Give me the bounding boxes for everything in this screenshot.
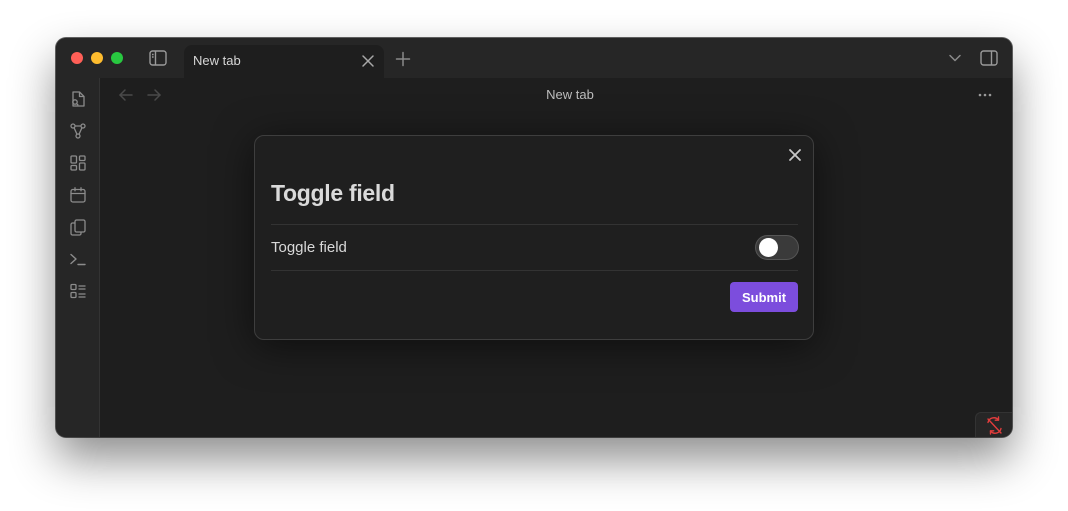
- toggle-knob: [759, 238, 778, 257]
- graph-icon[interactable]: [69, 122, 87, 140]
- tab-new-tab[interactable]: New tab: [184, 45, 384, 78]
- sync-disabled-icon[interactable]: [975, 412, 1012, 437]
- close-tab-icon[interactable]: [361, 54, 375, 68]
- chevron-down-icon[interactable]: [948, 52, 962, 64]
- right-sidebar-icon[interactable]: [980, 50, 998, 66]
- view-title: New tab: [546, 87, 594, 102]
- divider: [271, 270, 798, 271]
- setting-label: Toggle field: [271, 239, 347, 256]
- window-maximize-button[interactable]: [111, 52, 123, 64]
- checklist-icon[interactable]: [69, 282, 87, 300]
- tab-label: New tab: [193, 53, 241, 68]
- divider: [271, 224, 798, 225]
- canvas-icon[interactable]: [69, 154, 87, 172]
- plus-icon[interactable]: [395, 51, 411, 67]
- close-icon[interactable]: [787, 147, 803, 163]
- modal-title: Toggle field: [271, 180, 395, 206]
- title-bar: New tab: [56, 38, 1012, 78]
- open-file-icon[interactable]: [69, 90, 87, 108]
- copy-icon[interactable]: [69, 218, 87, 236]
- terminal-icon[interactable]: [69, 250, 87, 268]
- sidebar-toggle-icon[interactable]: [149, 50, 167, 66]
- window-minimize-button[interactable]: [91, 52, 103, 64]
- window-close-button[interactable]: [71, 52, 83, 64]
- submit-button[interactable]: Submit: [730, 282, 798, 312]
- more-horizontal-icon[interactable]: [977, 89, 993, 101]
- left-ribbon: [56, 78, 100, 437]
- toggle-switch[interactable]: [755, 235, 799, 260]
- toggle-field-modal: Toggle field Toggle field Submit: [254, 135, 814, 340]
- calendar-icon[interactable]: [69, 186, 87, 204]
